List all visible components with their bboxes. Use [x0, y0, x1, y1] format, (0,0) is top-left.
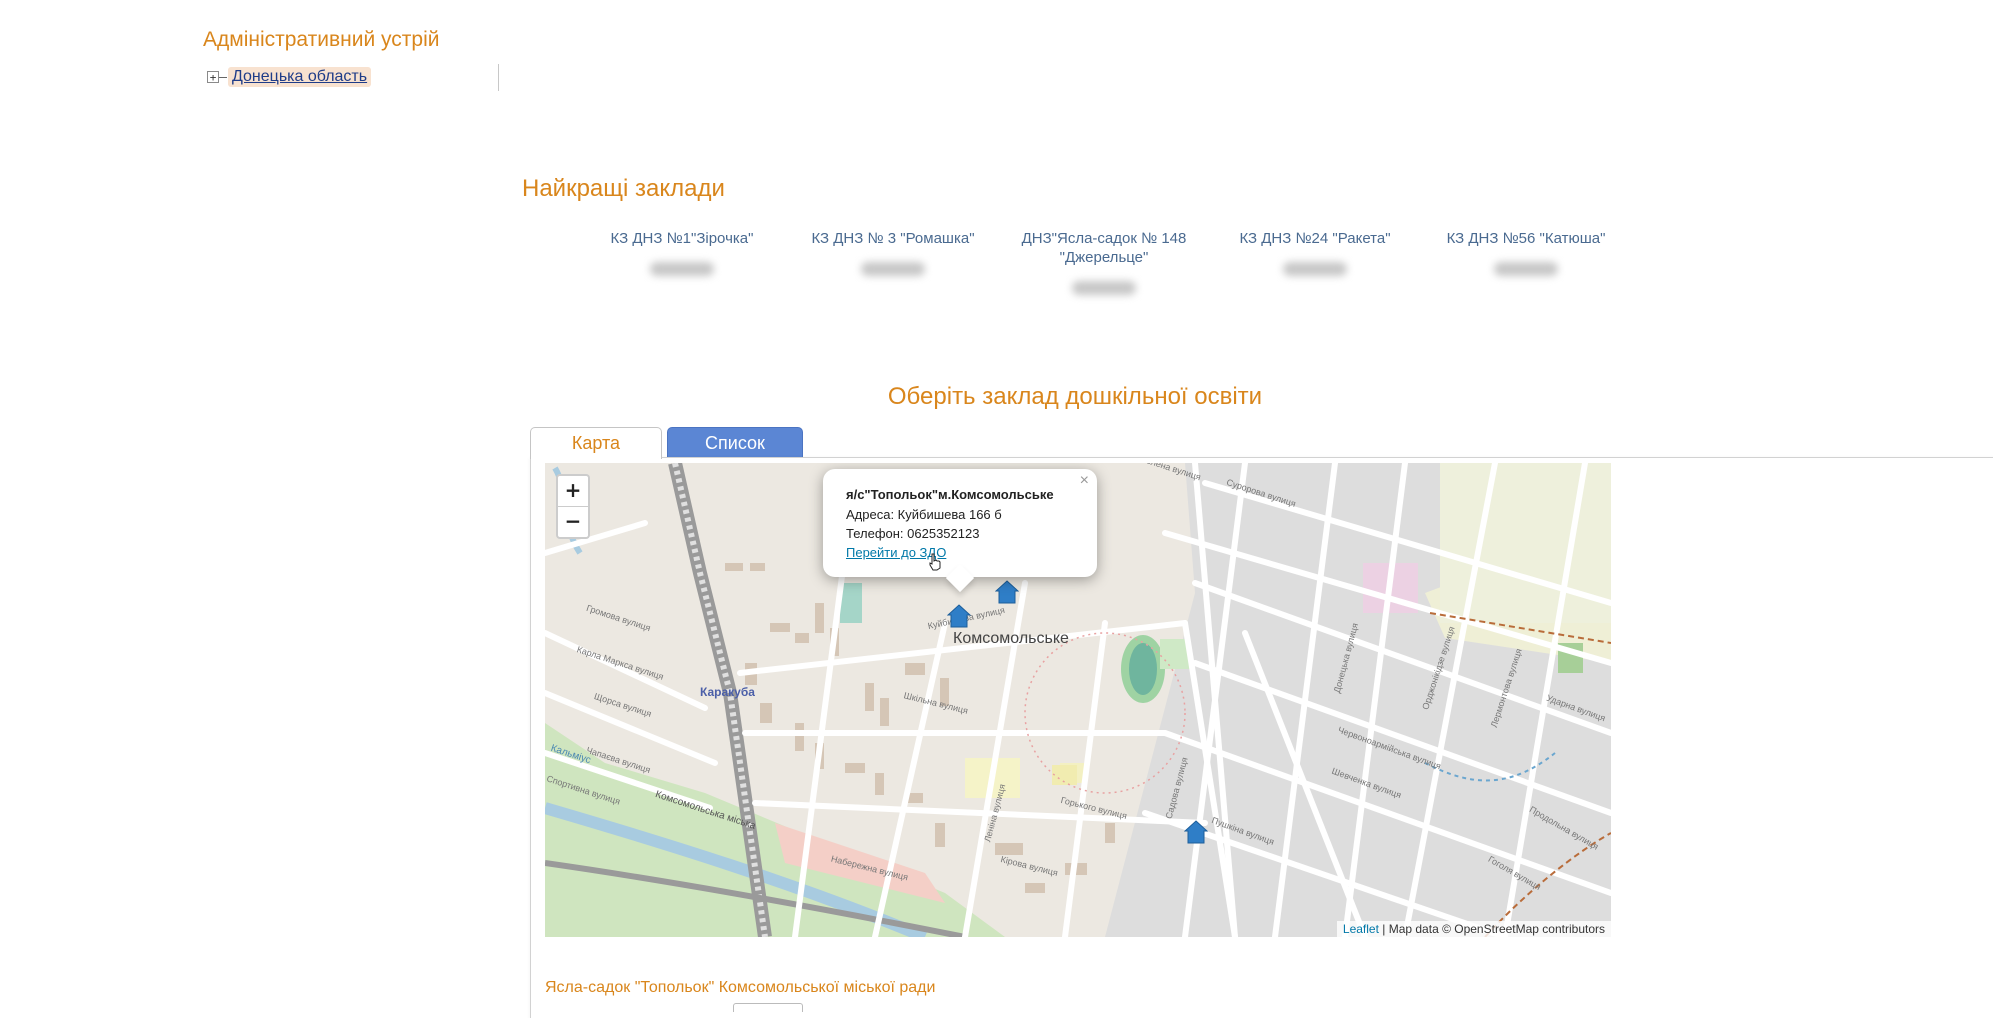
rating-stars	[1494, 262, 1558, 276]
tree-item-donetsk-region[interactable]: Донецька область	[228, 67, 372, 87]
house-marker-icon[interactable]	[995, 580, 1019, 604]
zoom-control: + −	[556, 474, 590, 539]
best-item[interactable]: КЗ ДНЗ №24 "Ракета"	[1220, 229, 1410, 276]
map-attribution: Leaflet | Map data © OpenStreetMap contr…	[1336, 921, 1611, 937]
admin-tree: + Донецька область	[207, 67, 372, 87]
tab-list[interactable]: Список	[667, 427, 803, 457]
best-item[interactable]: КЗ ДНЗ №1"Зірочка"	[587, 229, 777, 276]
selected-institution-title: Ясла-садок "Топольок" Комсомольської міс…	[545, 979, 936, 996]
popup-address: Адреса: Куйбишева 166 б	[846, 507, 1002, 522]
best-institutions-title: Найкращі заклади	[522, 175, 725, 202]
map-popup: × я/с"Топольок"м.Комсомольське Адреса: К…	[823, 469, 1097, 593]
rating-stars	[650, 262, 714, 276]
best-item[interactable]: КЗ ДНЗ № 3 "Ромашка"	[798, 229, 988, 276]
house-marker-icon[interactable]	[947, 604, 971, 628]
best-item-name: ДНЗ"Ясла-садок № 148 "Джерельце"	[1021, 230, 1187, 266]
tree-connector	[219, 76, 227, 78]
city-label: Комсомольське	[953, 630, 1069, 647]
map[interactable]: Суророва вулиця Зелена вулиця Громова ву…	[545, 463, 1611, 937]
attribution-text: | Map data © OpenStreetMap contributors	[1378, 922, 1605, 936]
expand-icon[interactable]: +	[207, 71, 219, 83]
house-marker-icon[interactable]	[1184, 820, 1208, 844]
choose-institution-title: Оберіть заклад дошкільної освіти	[887, 383, 1263, 410]
tab-map[interactable]: Карта	[530, 427, 662, 459]
best-item-name: КЗ ДНЗ №1"Зірочка"	[610, 230, 754, 247]
best-item-name: КЗ ДНЗ №24 "Ракета"	[1239, 230, 1391, 247]
popup-phone: Телефон: 0625352123	[846, 526, 980, 541]
rating-stars	[861, 262, 925, 276]
rating-stars	[1072, 281, 1136, 295]
admin-structure-title: Адміністративний устрій	[203, 28, 440, 51]
zoom-in-button[interactable]: +	[558, 476, 588, 506]
vertical-divider	[498, 64, 499, 91]
popup-title: я/с"Топольок"м.Комсомольське	[846, 487, 1054, 502]
rating-stars	[1283, 262, 1347, 276]
district-label: Каракуба	[700, 685, 755, 699]
bottom-box	[733, 1003, 803, 1012]
best-item-name: КЗ ДНЗ №56 "Катюша"	[1446, 230, 1606, 247]
best-item[interactable]: КЗ ДНЗ №56 "Катюша"	[1431, 229, 1621, 276]
hand-cursor-icon	[929, 553, 941, 571]
leaflet-link[interactable]: Leaflet	[1343, 922, 1379, 936]
best-item-name: КЗ ДНЗ № 3 "Ромашка"	[811, 230, 975, 247]
zoom-out-button[interactable]: −	[558, 506, 588, 537]
best-item[interactable]: ДНЗ"Ясла-садок № 148 "Джерельце"	[1009, 229, 1199, 295]
popup-close-button[interactable]: ×	[1080, 472, 1089, 490]
